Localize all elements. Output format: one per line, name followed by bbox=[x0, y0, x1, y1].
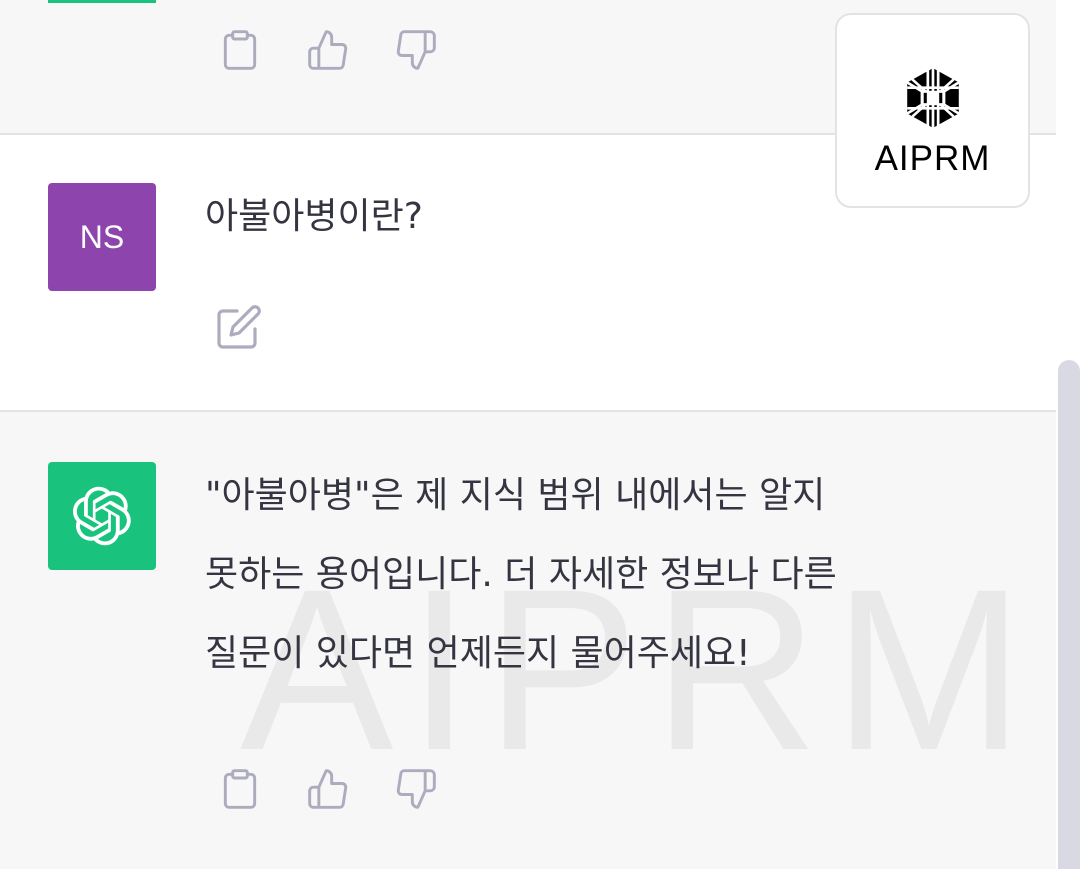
thumbs-up-icon[interactable] bbox=[306, 767, 350, 811]
aiprm-logo-icon bbox=[906, 68, 959, 128]
edit-icon[interactable] bbox=[215, 303, 263, 351]
user-avatar-initials: NS bbox=[79, 218, 125, 255]
user-message-text: 아불아병이란? bbox=[205, 196, 423, 237]
previous-message-actions bbox=[218, 28, 438, 72]
user-avatar: NS bbox=[48, 183, 156, 291]
assistant-message-line: 못하는 용어입니다. 더 자세한 정보나 다른 bbox=[205, 554, 837, 595]
assistant-message-actions bbox=[218, 767, 438, 811]
thumbs-up-icon[interactable] bbox=[306, 28, 350, 72]
assistant-message-line: "아불아병"은 제 지식 범위 내에서는 알지 bbox=[205, 475, 826, 516]
assistant-message-text: "아불아병"은 제 지식 범위 내에서는 알지 못하는 용어입니다. 더 자세한… bbox=[205, 456, 1005, 693]
clipboard-icon[interactable] bbox=[218, 767, 262, 811]
thumbs-down-icon[interactable] bbox=[394, 767, 438, 811]
assistant-message-line: 질문이 있다면 언제든지 물어주세요! bbox=[205, 633, 751, 674]
assistant-message: "아불아병"은 제 지식 범위 내에서는 알지 못하는 용어입니다. 더 자세한… bbox=[0, 412, 1056, 869]
thumbs-down-icon[interactable] bbox=[394, 28, 438, 72]
scrollbar-thumb[interactable] bbox=[1058, 360, 1080, 869]
openai-logo-icon bbox=[72, 486, 131, 546]
clipboard-icon[interactable] bbox=[218, 28, 262, 72]
aiprm-badge[interactable]: AIPRM bbox=[835, 13, 1030, 208]
previous-avatar-edge bbox=[48, 0, 156, 3]
assistant-avatar bbox=[48, 462, 156, 570]
aiprm-label: AIPRM bbox=[874, 139, 991, 178]
